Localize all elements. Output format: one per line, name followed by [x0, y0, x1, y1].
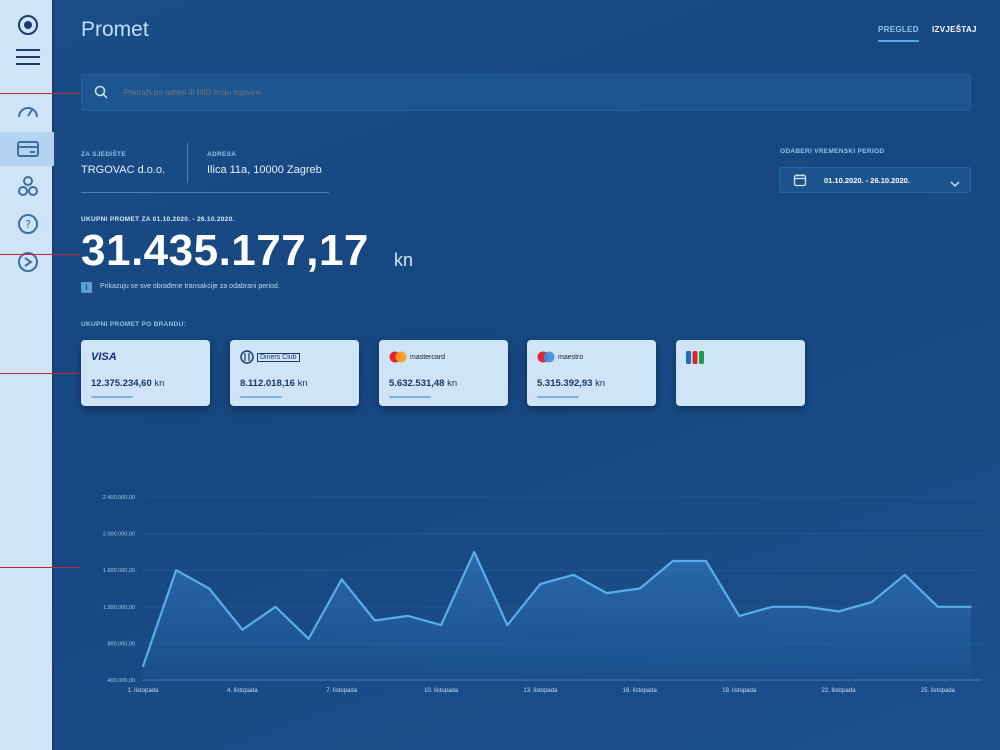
dashboard-icon[interactable]: [15, 98, 41, 124]
brand-card-jcb[interactable]: [676, 340, 805, 406]
total-amount: 31.435.177,17: [81, 226, 369, 275]
menu-icon[interactable]: [15, 44, 41, 70]
search-icon[interactable]: [94, 85, 108, 104]
brand-amount: 12.375.234,60 kn: [91, 378, 165, 389]
brand-share-bar: [537, 396, 579, 398]
data-point: [870, 601, 873, 604]
data-point: [970, 606, 972, 608]
logout-icon[interactable]: [15, 249, 41, 275]
card-icon[interactable]: [15, 136, 41, 162]
brand-share-bar: [389, 396, 431, 398]
y-tick-label: 400.000,00: [107, 678, 135, 684]
data-point: [407, 615, 409, 617]
data-point: [639, 587, 641, 590]
brand-card-visa[interactable]: VISA 12.375.234,60 kn: [81, 340, 210, 406]
sidebar: ?: [0, 0, 54, 750]
y-tick-label: 1.200.000,00: [103, 605, 135, 611]
info-text: Prikazuju se sve obrađene transakcije za…: [100, 283, 280, 290]
divider: [81, 192, 329, 193]
data-point: [937, 606, 939, 608]
data-point: [605, 592, 608, 594]
data-point: [539, 583, 542, 585]
x-tick-label: 25. listopada: [921, 688, 956, 694]
data-point: [241, 628, 244, 631]
data-point: [142, 665, 144, 668]
data-point: [572, 573, 575, 576]
data-point: [175, 569, 177, 571]
diners-logo-icon: Diners Club: [240, 350, 300, 364]
x-tick-label: 4. listopada: [227, 688, 258, 694]
x-tick-label: 7. listopada: [326, 688, 357, 694]
data-point: [771, 606, 774, 608]
merchant-value: TRGOVAC d.o.o.: [81, 164, 166, 176]
data-point: [738, 615, 740, 617]
revenue-chart: 2.400.000,00 2.000.000,00 1.600.000,00 1.20…: [103, 495, 981, 694]
tab-pregled[interactable]: PREGLED: [878, 25, 919, 42]
chart-area: [143, 551, 971, 680]
x-tick-label: 1. listopada: [128, 688, 159, 694]
main-content: Promet PREGLED IZVJEŠTAJ ZA SJEDIŠTE TRG…: [54, 0, 1000, 750]
logo-icon[interactable]: [15, 12, 41, 38]
brand-share-bar: [91, 396, 133, 398]
y-tick-label: 800.000,00: [107, 641, 135, 647]
search-bar: [81, 74, 971, 111]
data-point: [837, 610, 840, 613]
maestro-logo-icon: maestro: [537, 350, 583, 364]
search-input[interactable]: [124, 75, 924, 110]
data-point: [340, 578, 343, 581]
data-point: [903, 573, 906, 576]
y-tick-label: 2.000.000,00: [103, 532, 135, 538]
x-tick-label: 10. listopada: [424, 688, 459, 694]
mastercard-logo-icon: mastercard: [389, 350, 445, 364]
period-value: 01.10.2020. - 26.10.2020.: [824, 176, 910, 185]
period-label: ODABERI VREMENSKI PERIOD: [780, 148, 885, 155]
data-point: [672, 560, 674, 562]
x-tick-label: 22. listopada: [822, 688, 857, 694]
jcb-logo-icon: [686, 350, 704, 364]
brand-card-diners[interactable]: Diners Club 8.112.018,16 kn: [230, 340, 359, 406]
period-select[interactable]: 01.10.2020. - 26.10.2020.: [779, 167, 971, 193]
total-currency: kn: [394, 250, 414, 270]
x-tick-label: 19. listopada: [722, 688, 757, 694]
y-tick-label: 2.400.000,00: [103, 495, 135, 501]
data-point: [208, 587, 211, 590]
chevron-down-icon: [950, 175, 960, 193]
y-tick-label: 1.600.000,00: [103, 568, 135, 574]
brand-share-bar: [240, 396, 282, 398]
brands-label: UKUPNI PROMET PO BRANDU:: [81, 321, 187, 328]
data-point: [307, 638, 310, 640]
brand-card-mastercard[interactable]: mastercard 5.632.531,48 kn: [379, 340, 508, 406]
data-point: [440, 624, 442, 626]
brand-amount: 8.112.018,16 kn: [240, 378, 308, 389]
data-point: [274, 606, 277, 608]
data-point: [705, 560, 707, 562]
total-label: UKUPNI PROMET ZA 01.10.2020. - 26.10.202…: [81, 216, 235, 223]
divider: [187, 143, 188, 183]
users-icon[interactable]: [15, 173, 41, 199]
data-point: [506, 624, 509, 626]
brand-card-maestro[interactable]: maestro 5.315.392,93 kn: [527, 340, 656, 406]
address-value: Ilica 11a, 10000 Zagreb: [207, 164, 322, 176]
visa-logo-icon: VISA: [91, 351, 117, 363]
calendar-icon: [793, 173, 807, 192]
data-point: [473, 551, 476, 553]
page-title: Promet: [81, 18, 149, 41]
help-icon[interactable]: ?: [15, 211, 41, 237]
x-tick-label: 16. listopada: [623, 688, 658, 694]
tab-izvjestaj[interactable]: IZVJEŠTAJ: [932, 25, 977, 34]
address-label: ADRESA: [207, 151, 237, 158]
merchant-label: ZA SJEDIŠTE: [81, 151, 126, 158]
brand-amount: 5.315.392,93 kn: [537, 378, 606, 389]
data-point: [374, 619, 376, 622]
data-point: [804, 606, 807, 608]
svg-text:?: ?: [25, 218, 31, 231]
info-icon: i: [81, 282, 92, 293]
x-tick-label: 13. listopada: [523, 688, 558, 694]
brand-amount: 5.632.531,48 kn: [389, 378, 458, 389]
